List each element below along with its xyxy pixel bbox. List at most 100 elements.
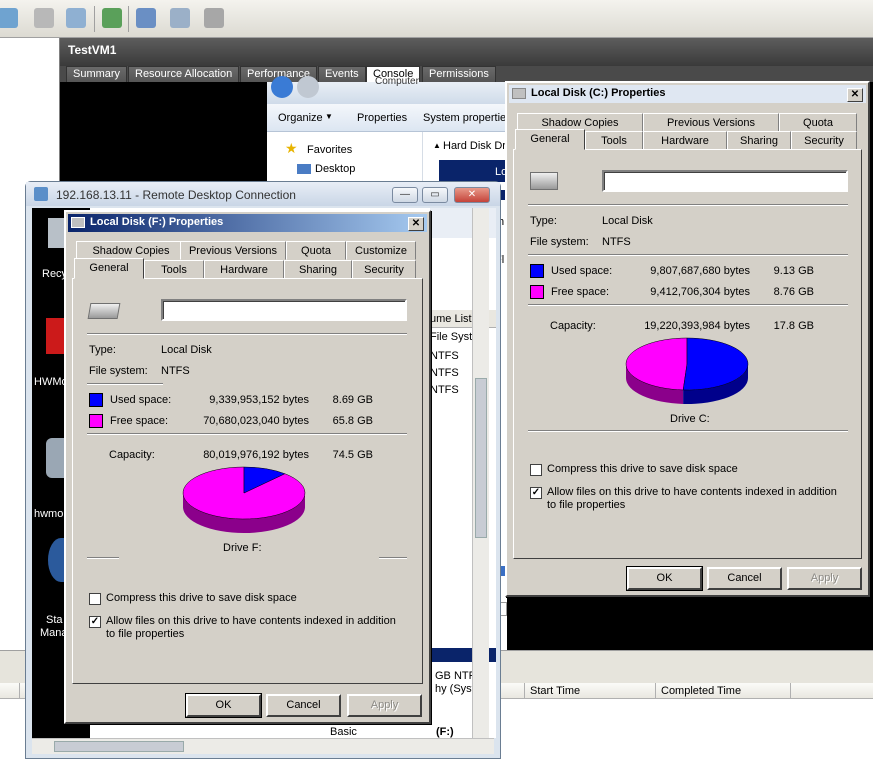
close-button[interactable]: ✕ (408, 217, 424, 231)
free-bytes: 70,680,023,040 bytes (203, 415, 309, 427)
used-color-swatch (89, 393, 103, 407)
apply-button[interactable]: Apply (347, 694, 422, 717)
free-color-swatch (530, 285, 544, 299)
used-bytes: 9,807,687,680 bytes (650, 265, 750, 277)
tab-sharing[interactable]: Sharing (727, 131, 791, 150)
vm-title: TestVM1 (60, 38, 873, 66)
address-text: Computer (375, 76, 419, 87)
drive-caption: Drive C: (670, 413, 710, 425)
tab-customize[interactable]: Customize (346, 241, 416, 260)
tab-general[interactable]: General (74, 258, 144, 279)
tab-tools[interactable]: Tools (144, 260, 204, 279)
vm-tab-bar: Summary Resource Allocation Performance … (60, 66, 873, 82)
fs-value: NTFS (602, 236, 631, 248)
capacity-gb: 17.8 GB (773, 320, 814, 332)
forward-icon[interactable] (297, 76, 319, 98)
index-label: Allow files on this drive to have conten… (106, 615, 396, 640)
tab-security[interactable]: Security (791, 131, 857, 150)
edit-settings-icon[interactable] (136, 8, 156, 28)
type-value: Local Disk (161, 344, 212, 356)
fs-label: File system: (530, 236, 589, 248)
index-checkbox[interactable]: ✓ (530, 487, 542, 499)
used-label: Used space: (110, 394, 172, 406)
selected-drive-item[interactable]: Lo (439, 160, 507, 182)
used-bytes: 9,339,953,152 bytes (209, 394, 309, 406)
drive-caption: Drive F: (223, 542, 262, 554)
tab-sharing[interactable]: Sharing (284, 260, 352, 279)
tab-resource-allocation[interactable]: Resource Allocation (128, 66, 240, 82)
collapse-icon: ▲ (433, 141, 441, 150)
column-volume-list[interactable]: ume List (430, 313, 472, 325)
star-icon: ★ (285, 140, 298, 156)
close-button[interactable]: ✕ (847, 88, 863, 102)
capacity-bytes: 80,019,976,192 bytes (203, 449, 309, 461)
tab-previous-versions[interactable]: Previous Versions (180, 241, 286, 260)
capacity-label: Capacity: (109, 449, 155, 461)
tag-icon[interactable] (170, 8, 190, 28)
close-button[interactable]: ✕ (454, 187, 490, 203)
used-label: Used space: (551, 265, 613, 277)
tab-quota[interactable]: Quota (286, 241, 346, 260)
tab-security[interactable]: Security (352, 260, 416, 279)
volume-label-input[interactable] (602, 170, 848, 192)
compress-checkbox[interactable] (530, 464, 542, 476)
column-completed-time[interactable]: Completed Time (661, 685, 741, 697)
scroll-thumb[interactable] (54, 741, 184, 752)
tab-tools[interactable]: Tools (585, 131, 643, 150)
horizontal-scrollbar[interactable] (32, 738, 494, 754)
drive-f-properties-dialog: Local Disk (F:) Properties ✕ Shadow Copi… (64, 210, 431, 724)
ok-button[interactable]: OK (185, 693, 262, 718)
cancel-button[interactable]: Cancel (266, 694, 341, 717)
group-hard-disk-drives[interactable]: Hard Disk Driv (443, 140, 514, 152)
index-checkbox[interactable]: ✓ (89, 616, 101, 628)
desktop-icon-label: hwmo (34, 508, 64, 520)
back-icon[interactable] (271, 76, 293, 98)
system-properties-button[interactable]: System propertie (423, 112, 506, 124)
free-bytes: 9,412,706,304 bytes (650, 286, 750, 298)
explorer-command-bar: Organize ▼ Properties System propertie (267, 104, 507, 132)
compress-label: Compress this drive to save disk space (106, 592, 297, 604)
nav-desktop[interactable]: Desktop (315, 163, 355, 175)
capacity-bytes: 19,220,393,984 bytes (644, 320, 750, 332)
vertical-scrollbar[interactable] (472, 208, 489, 738)
minimize-button[interactable]: — (392, 187, 418, 203)
tab-events[interactable]: Events (318, 66, 366, 82)
tab-hardware[interactable]: Hardware (204, 260, 284, 279)
ok-button[interactable]: OK (626, 566, 703, 591)
tab-quota[interactable]: Quota (779, 113, 857, 132)
disk-usage-pie (182, 466, 306, 533)
cancel-button[interactable]: Cancel (707, 567, 782, 590)
fs-value: NTFS (161, 365, 190, 377)
tab-hardware[interactable]: Hardware (643, 131, 727, 150)
console-icon[interactable] (102, 8, 122, 28)
vm-power-icon[interactable] (0, 8, 18, 28)
general-panel: Type: Local Disk File system: NTFS Used … (72, 278, 423, 684)
column-start-time[interactable]: Start Time (530, 685, 580, 697)
nav-favorites[interactable]: Favorites (307, 144, 352, 156)
snapshot-icon[interactable] (34, 8, 54, 28)
scroll-thumb[interactable] (475, 378, 487, 538)
maximize-button[interactable]: ▭ (422, 187, 448, 203)
organize-button[interactable]: Organize (278, 112, 323, 124)
rdp-titlebar: 192.168.13.11 - Remote Desktop Connectio… (26, 182, 500, 206)
apply-button[interactable]: Apply (787, 567, 862, 590)
migrate-icon[interactable] (204, 8, 224, 28)
windows-drive-icon (530, 172, 558, 190)
fs-cell: NTFS (430, 367, 459, 379)
free-color-swatch (89, 414, 103, 428)
dialog-title: Local Disk (C:) Properties (531, 87, 666, 99)
properties-button[interactable]: Properties (357, 112, 407, 124)
revert-icon[interactable] (66, 8, 86, 28)
dialog-titlebar: Local Disk (F:) Properties ✕ (68, 214, 427, 232)
volume-label-input[interactable] (161, 299, 407, 321)
tab-previous-versions[interactable]: Previous Versions (643, 113, 779, 132)
tab-general[interactable]: General (515, 129, 585, 150)
dialog-title: Local Disk (F:) Properties (90, 216, 224, 228)
drive-c-properties-dialog: Local Disk (C:) Properties ✕ Shadow Copi… (505, 81, 870, 597)
capacity-label: Capacity: (550, 320, 596, 332)
capacity-gb: 74.5 GB (332, 449, 373, 461)
fs-label: File system: (89, 365, 148, 377)
tab-summary[interactable]: Summary (66, 66, 128, 82)
compress-checkbox[interactable] (89, 593, 101, 605)
tab-permissions[interactable]: Permissions (422, 66, 496, 82)
